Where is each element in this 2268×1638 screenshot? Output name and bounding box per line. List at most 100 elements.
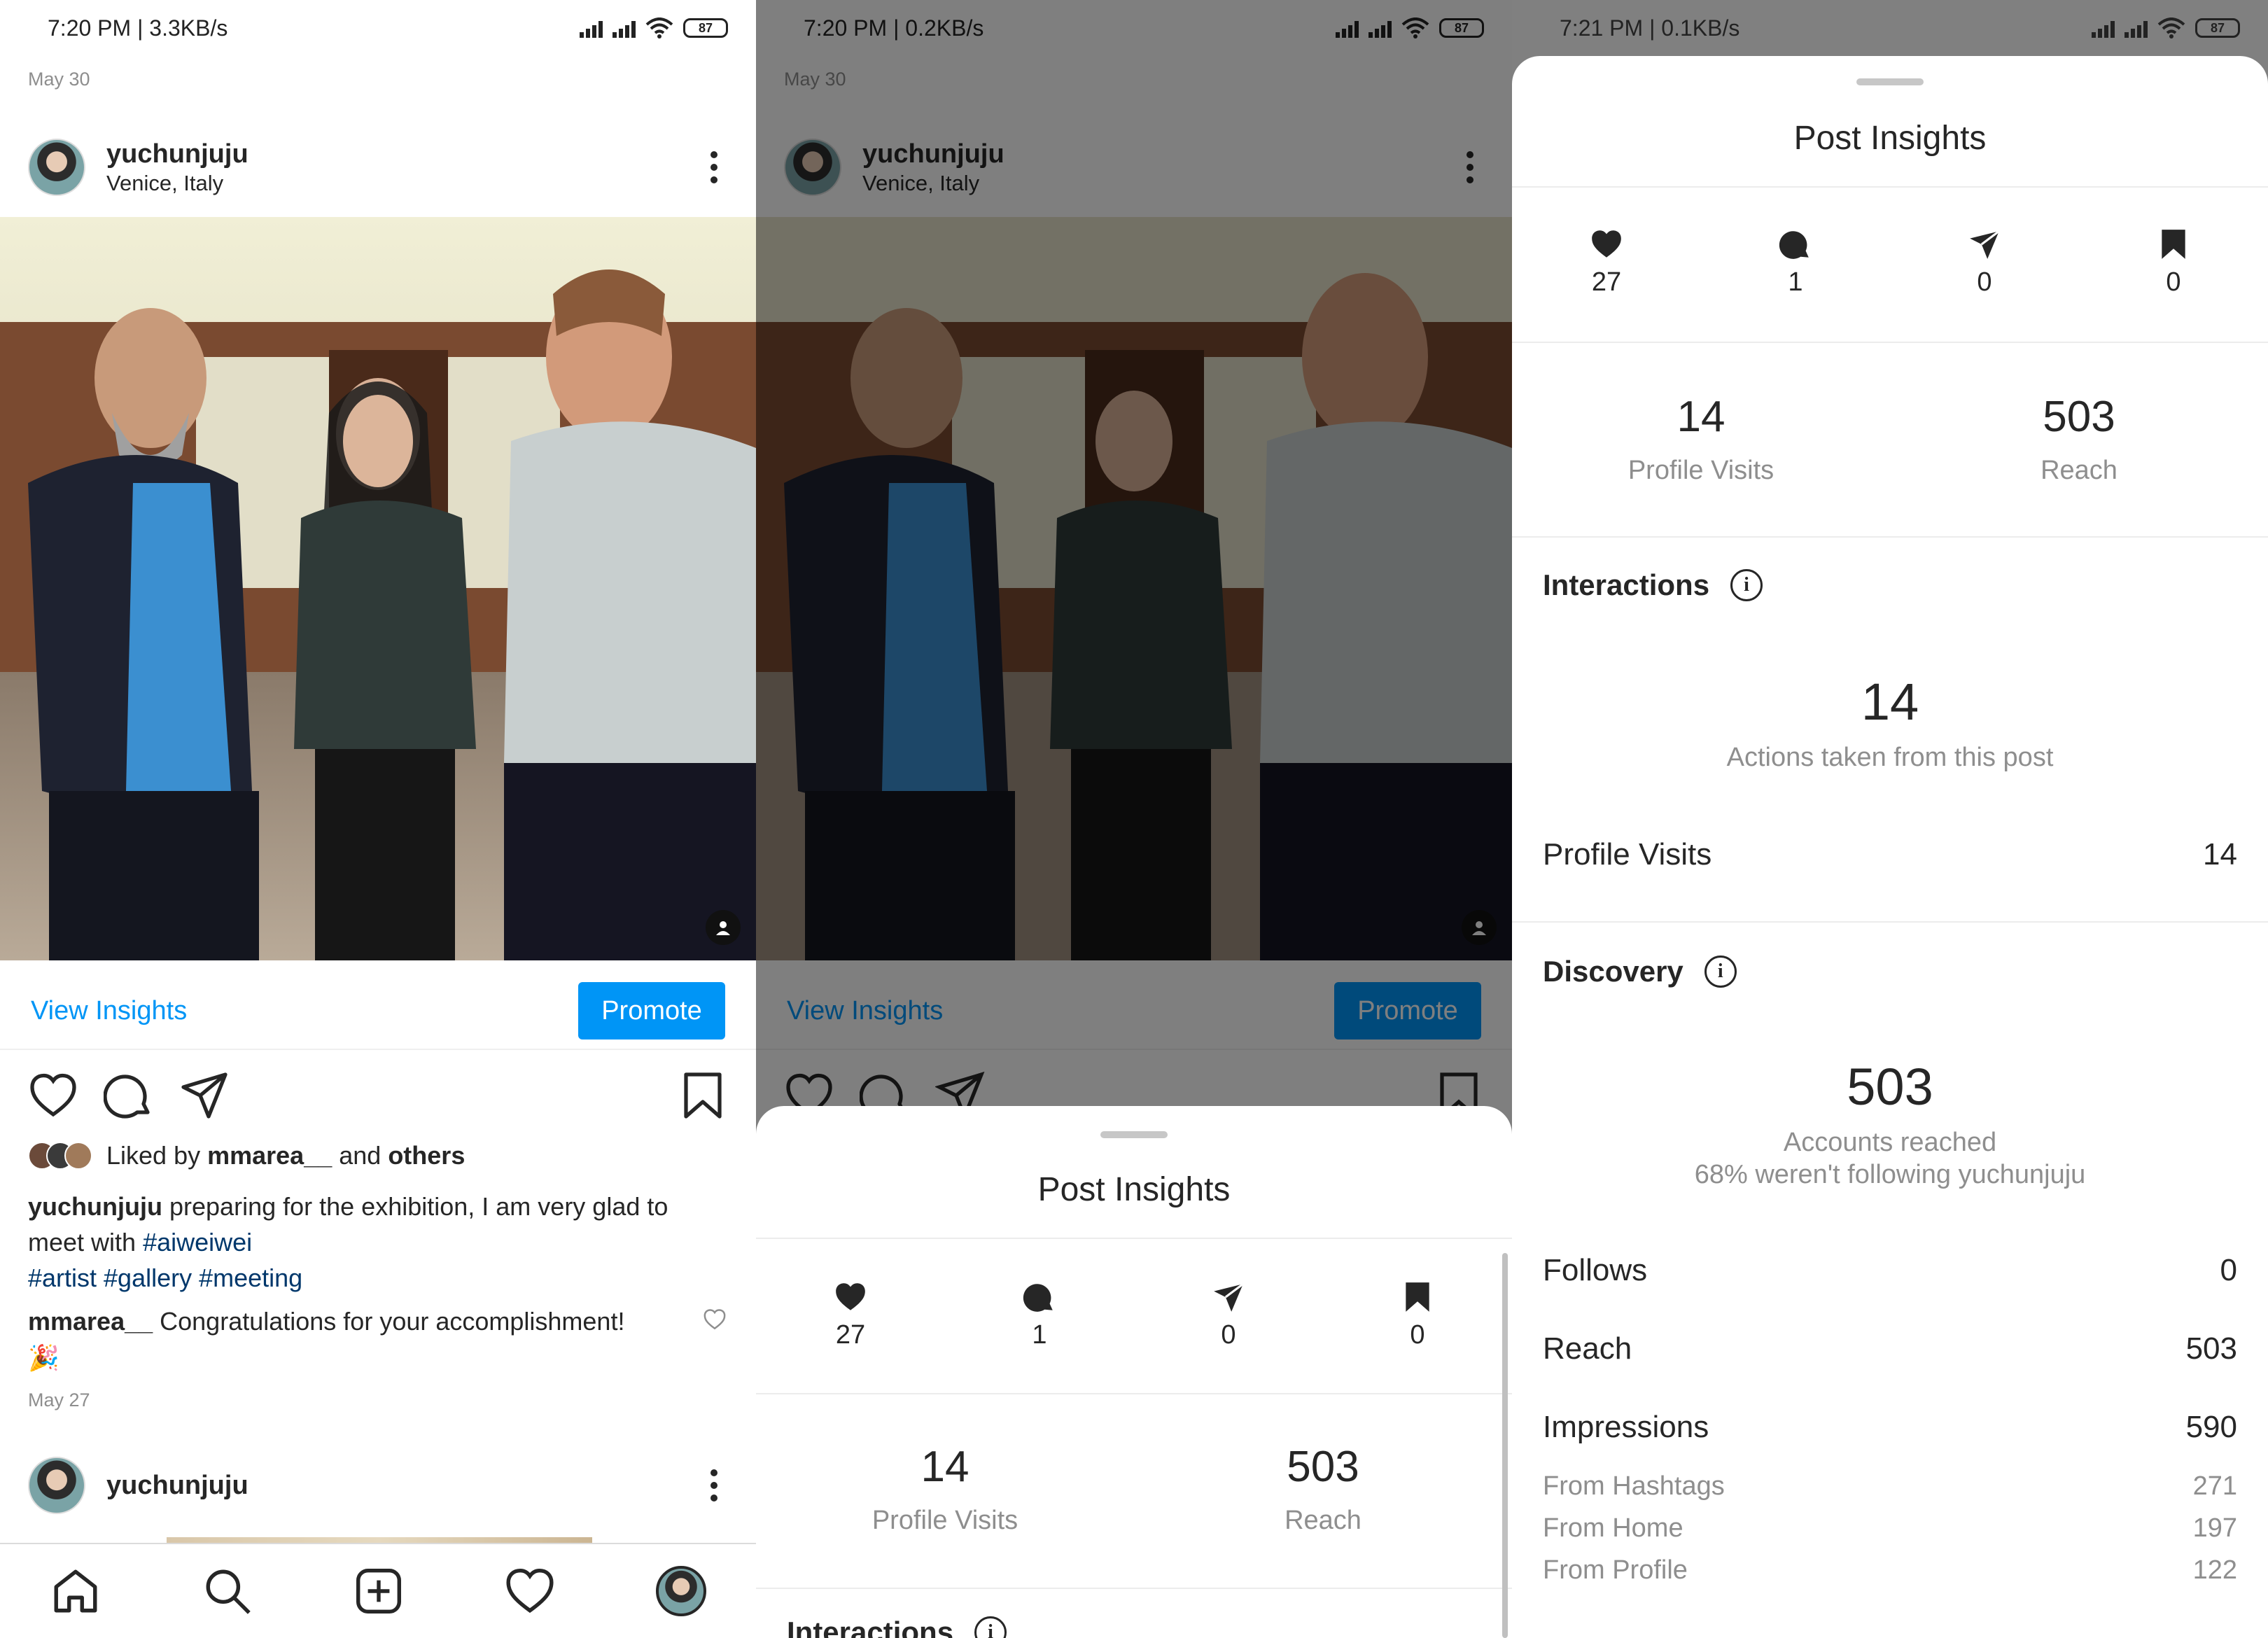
divider: [756, 1393, 1512, 1394]
tagged-people-icon[interactable]: [706, 910, 741, 945]
profile-reach-summary: 14 Profile Visits 503 Reach: [756, 1442, 1512, 1536]
battery-icon: 87: [683, 18, 728, 38]
avatar[interactable]: [28, 139, 85, 196]
bottom-navigation: [0, 1543, 756, 1638]
shares-metric: 0: [1134, 1280, 1323, 1350]
reach-number: 503: [2043, 393, 2115, 441]
view-insights-link[interactable]: View Insights: [31, 996, 578, 1026]
divider: [756, 1238, 1512, 1239]
info-icon[interactable]: i: [1704, 955, 1737, 988]
sheet-drag-handle[interactable]: [1856, 78, 1924, 85]
row-value: 14: [2203, 837, 2237, 872]
comments-count: 1: [1032, 1320, 1047, 1350]
feed-screen: 7:20 PM | 3.3KB/s 87 May 30 yuchunjuju V…: [0, 0, 756, 1638]
sheet-title: Post Insights: [1037, 1171, 1231, 1208]
status-bar: 7:20 PM | 3.3KB/s 87: [0, 0, 756, 56]
post-actions: [28, 1064, 728, 1127]
status-time: 7:21 PM | 0.1KB/s: [1560, 15, 1740, 41]
post-caption: yuchunjuju preparing for the exhibition,…: [28, 1189, 728, 1296]
post-username[interactable]: yuchunjuju: [106, 1471, 700, 1501]
scrollbar[interactable]: [1502, 1253, 1508, 1638]
engagement-metrics: 27 1 0 0: [1512, 227, 2268, 298]
reach-row: Reach 503: [1543, 1331, 2237, 1366]
more-options-icon[interactable]: [700, 1469, 728, 1502]
post-header: yuchunjuju: [28, 1455, 728, 1516]
from-profile-row: From Profile 122: [1543, 1555, 2237, 1586]
row-value: 0: [2220, 1253, 2237, 1287]
sheet-title: Post Insights: [1793, 120, 1987, 157]
row-value: 271: [2192, 1471, 2237, 1501]
feed-with-insights-sheet: 7:20 PM | 0.2KB/s 87 May 30 yuchunjuju V…: [756, 0, 1512, 1638]
interactions-title: Interactions: [1543, 568, 1710, 601]
info-icon[interactable]: i: [1730, 569, 1763, 601]
row-label: From Hashtags: [1543, 1471, 1725, 1501]
share-send-icon[interactable]: [179, 1070, 230, 1121]
sheet-drag-handle[interactable]: [1100, 1131, 1168, 1138]
home-icon[interactable]: [50, 1565, 102, 1617]
post-date: May 27: [28, 1390, 90, 1410]
reach-number: 503: [1287, 1443, 1359, 1491]
row-label: From Profile: [1543, 1555, 1688, 1585]
likes-metric: 27: [756, 1280, 945, 1350]
avatar[interactable]: [28, 1457, 85, 1514]
row-value: 503: [2185, 1331, 2237, 1366]
row-label: Profile Visits: [1543, 837, 1712, 872]
profile-avatar-tab[interactable]: [655, 1566, 706, 1616]
follows-row: Follows 0: [1543, 1253, 2237, 1288]
row-label: Reach: [1543, 1331, 1632, 1366]
info-icon[interactable]: i: [974, 1616, 1007, 1638]
insights-sheet: Post Insights 27 1 0 0 14 Profile Visits: [1512, 56, 2268, 1638]
saves-metric: 0: [2079, 227, 2268, 298]
saves-metric: 0: [1323, 1280, 1512, 1350]
party-emoji: 🎉: [28, 1343, 59, 1372]
not-following-percent: 68% weren't following yuchunjuju: [1694, 1160, 2086, 1189]
shares-count: 0: [1977, 267, 1992, 297]
comment-text: Congratulations for your accomplishment!: [153, 1307, 625, 1336]
saves-count: 0: [1410, 1320, 1425, 1350]
interactions-number: 14: [1861, 673, 1919, 731]
like-heart-icon[interactable]: [28, 1070, 78, 1121]
bookmark-icon: [2162, 230, 2185, 259]
profile-visits-number: 14: [1676, 393, 1726, 441]
post-header: yuchunjuju Venice, Italy: [28, 136, 728, 198]
discovery-title: Discovery: [1543, 955, 1684, 988]
add-post-icon[interactable]: [353, 1565, 405, 1617]
row-value: 197: [2192, 1513, 2237, 1543]
likes-count: 27: [835, 1320, 866, 1350]
hashtag-aiweiwei[interactable]: #aiweiwei: [143, 1228, 252, 1256]
from-hashtags-row: From Hashtags 271: [1543, 1471, 2237, 1502]
heart-icon: [836, 1283, 865, 1310]
liked-others[interactable]: others: [388, 1141, 465, 1170]
send-icon: [1970, 230, 2000, 259]
row-value: 122: [2192, 1555, 2237, 1585]
accounts-reached-number: 503: [1847, 1058, 1933, 1116]
discovery-summary: 503 Accounts reached 68% weren't followi…: [1512, 1057, 2268, 1191]
post-photo[interactable]: [0, 217, 756, 960]
profile-visits-number: 14: [920, 1443, 969, 1491]
promote-button[interactable]: Promote: [578, 982, 725, 1040]
divider: [1512, 342, 2268, 343]
post-location[interactable]: Venice, Italy: [106, 171, 700, 196]
save-bookmark-icon[interactable]: [678, 1070, 728, 1121]
caption-hashtags[interactable]: #artist #gallery #meeting: [28, 1264, 302, 1292]
insights-sheet: Post Insights 27 1 0 0 14 Profile Visits: [756, 1106, 1512, 1638]
interactions-summary: 14 Actions taken from this post: [1512, 672, 2268, 774]
battery-icon: 87: [2195, 18, 2240, 38]
likes-summary[interactable]: Liked by mmarea__ and others: [28, 1141, 465, 1170]
likes-metric: 27: [1512, 227, 1701, 298]
comment-like-icon[interactable]: [703, 1308, 727, 1331]
activity-heart-icon[interactable]: [504, 1565, 556, 1617]
reach-label: Reach: [1284, 1506, 1362, 1535]
more-options-icon[interactable]: [700, 151, 728, 183]
post-date: May 30: [28, 69, 90, 90]
shares-count: 0: [1221, 1320, 1236, 1350]
comment-icon[interactable]: [104, 1070, 154, 1121]
interactions-section-title: Interactions i: [787, 1616, 1007, 1638]
bookmark-icon: [1406, 1282, 1429, 1312]
caption-username[interactable]: yuchunjuju: [28, 1192, 162, 1221]
comments-metric: 1: [1701, 227, 1890, 298]
liked-user[interactable]: mmarea__: [207, 1141, 332, 1170]
search-icon[interactable]: [202, 1565, 253, 1617]
comment-username[interactable]: mmarea__: [28, 1307, 153, 1336]
post-username[interactable]: yuchunjuju: [106, 139, 700, 169]
